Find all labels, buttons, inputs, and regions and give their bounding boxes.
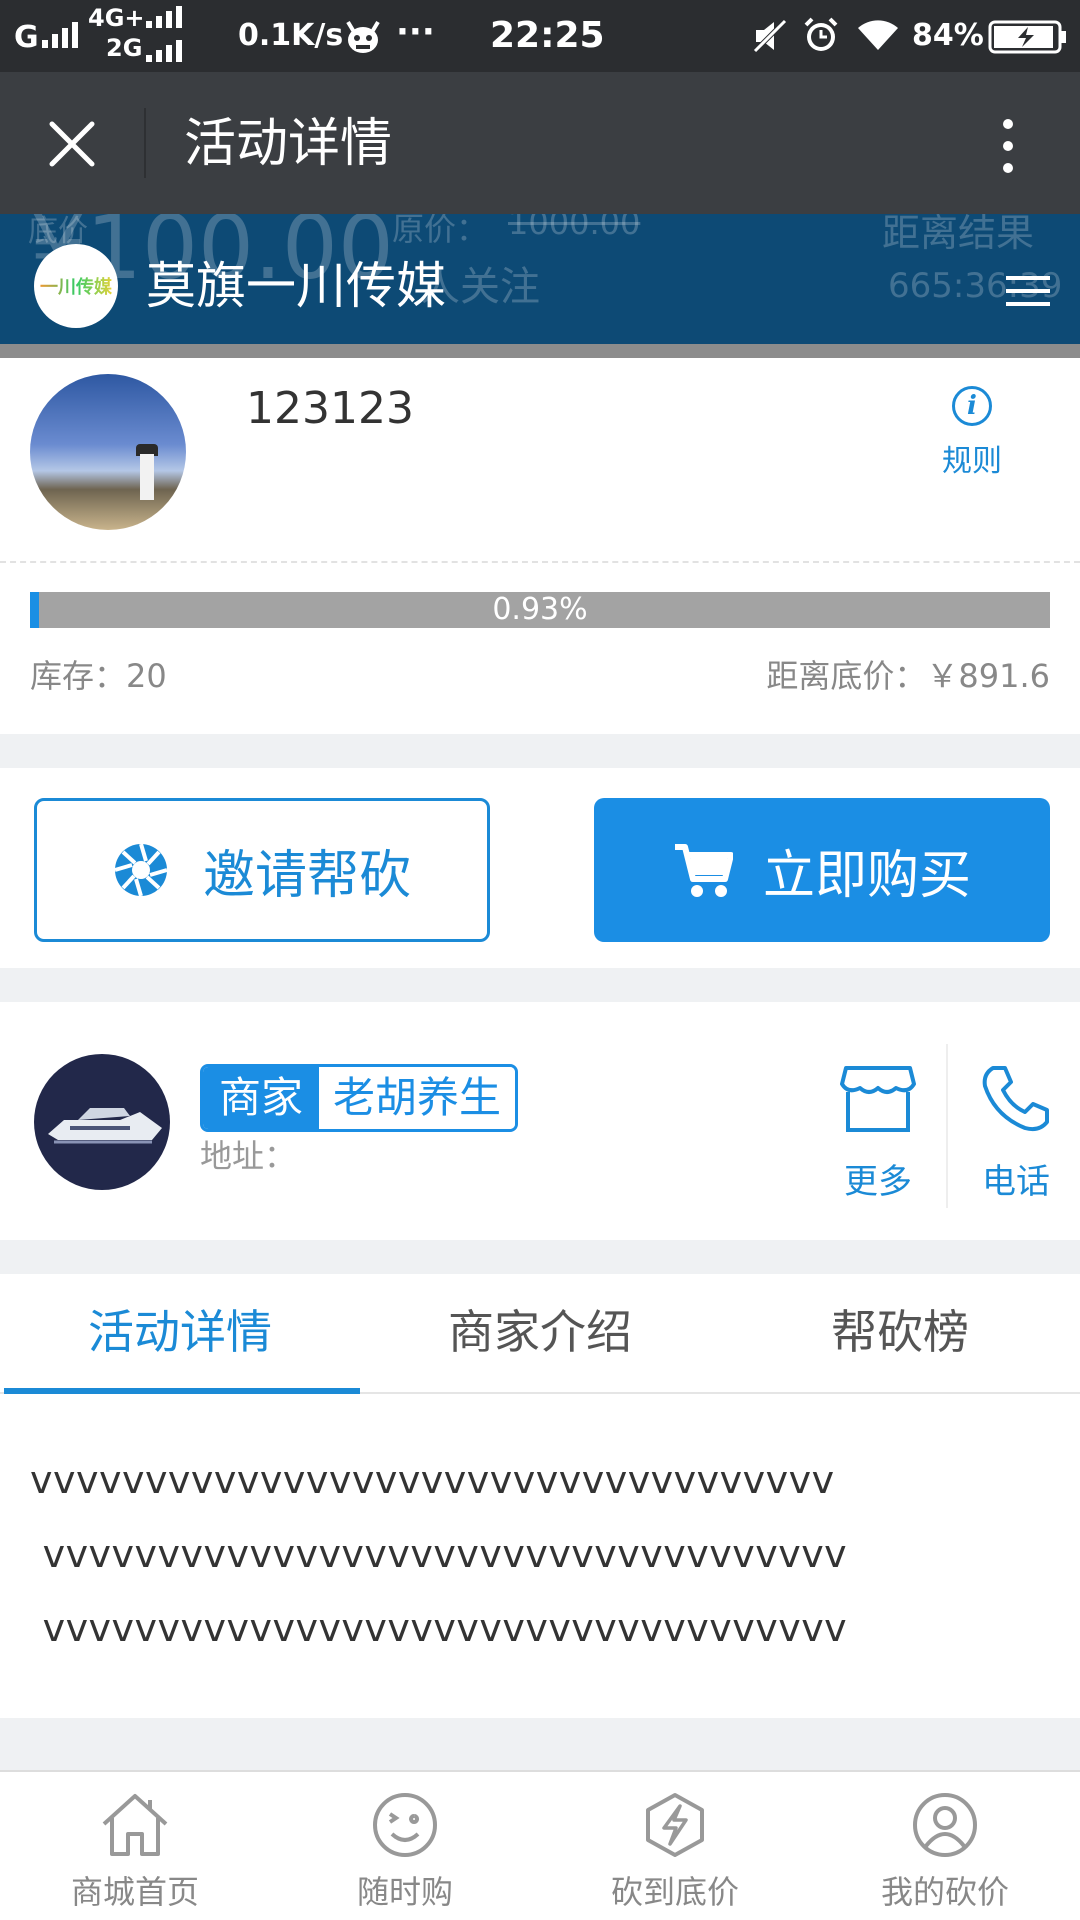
ghost-countdown-label: 距离结果	[882, 214, 1035, 255]
merchant-avatar[interactable]	[34, 1054, 170, 1190]
merchant-address: 地址：	[200, 1137, 297, 1175]
product-card: 123123 i 规则 0.93% 库存：20 距离底价：￥891.6	[0, 358, 1080, 734]
merchant-badge-key: 商家	[203, 1067, 320, 1129]
nav-cut-to-floor[interactable]: 砍到底价	[540, 1792, 810, 1912]
content-line: vvvvvvvvvvvvvvvvvvvvvvvvvvvvvvvvvvv	[30, 1532, 848, 1576]
yacht-icon	[48, 1108, 162, 1144]
nav-label: 随时购	[356, 1873, 453, 1911]
more-label: 更多	[844, 1162, 912, 1202]
signal-icon-3	[146, 40, 182, 62]
merchant-badge: 商家 老胡养生	[200, 1064, 519, 1132]
tab-activity-details[interactable]: 活动详情	[0, 1274, 360, 1392]
store-icon	[840, 1066, 916, 1132]
merchant-card: 商家 老胡养生 地址： 更多 电话	[0, 1002, 1080, 1240]
mute-icon	[753, 19, 787, 53]
shop-logo: 一川传媒	[34, 244, 118, 328]
wifi-icon	[858, 20, 898, 50]
content-line: vvvvvvvvvvvvvvvvvvvvvvvvvvvvvvvvvvv	[30, 1458, 835, 1502]
bottom-nav: 商城首页 随时购 砍到底价 我的砍价	[0, 1770, 1080, 1920]
header-stripe	[0, 344, 1080, 358]
nav-label: 我的砍价	[880, 1873, 1009, 1911]
action-panel: 邀请帮砍 立即购买	[0, 768, 1080, 968]
nav-my-bargains[interactable]: 我的砍价	[810, 1792, 1080, 1912]
hamburger-menu-icon[interactable]	[1006, 276, 1050, 315]
carrier-label: G	[14, 20, 39, 55]
merchant-name: 老胡养生	[319, 1067, 516, 1129]
activity-details-content: vvvvvvvvvvvvvvvvvvvvvvvvvvvvvvvvvvv vvvv…	[0, 1394, 1080, 1718]
app-notification-icon	[346, 20, 380, 53]
home-icon	[102, 1794, 168, 1856]
more-menu-icon[interactable]	[996, 116, 1020, 176]
tab-bar: 活动详情 商家介绍 帮砍榜	[0, 1274, 1080, 1394]
net-speed: 0.1K/s	[238, 18, 344, 53]
battery-icon	[988, 20, 1066, 54]
ghost-original-price: 1000.00	[508, 214, 641, 242]
user-icon	[913, 1793, 977, 1857]
clock: 22:25	[490, 15, 605, 56]
close-icon[interactable]	[48, 120, 96, 168]
call-label: 电话	[982, 1162, 1050, 1202]
progress-text: 0.93%	[492, 592, 588, 627]
shop-header[interactable]: 底价 ¥100.00 原价： 1000.00 人关注 距离结果 665:36:3…	[0, 214, 1080, 344]
progress-bar: 0.93%	[30, 592, 1050, 628]
network-type-label-2: 2G	[106, 34, 143, 62]
battery-percent: 84%	[912, 18, 984, 53]
smiley-icon	[373, 1793, 437, 1857]
rules-button[interactable]: i 规则	[930, 386, 1014, 480]
status-bar: G 4G+ 2G 0.1K/s ··· 22:25 84%	[0, 0, 1080, 72]
tab-help-ranking[interactable]: 帮砍榜	[720, 1274, 1080, 1392]
more-notifications: ···	[396, 12, 435, 52]
nav-label: 砍到底价	[610, 1873, 739, 1911]
network-type-label: 4G+	[88, 4, 145, 32]
signal-icon-2	[146, 6, 182, 28]
buy-now-label: 立即购买	[762, 845, 971, 906]
nav-mall-home[interactable]: 商城首页	[0, 1792, 270, 1912]
ghost-original-label: 原价：	[392, 214, 489, 248]
app-bar: 活动详情	[0, 72, 1080, 214]
rules-label: 规则	[942, 444, 1002, 479]
buy-now-button[interactable]: 立即购买	[594, 798, 1050, 942]
app-bar-divider	[144, 108, 146, 178]
content-line: vvvvvvvvvvvvvvvvvvvvvvvvvvvvvvvvvvv	[30, 1606, 848, 1650]
distance-to-floor-price: 距离底价：￥891.6	[766, 657, 1050, 695]
nav-label: 商城首页	[70, 1873, 199, 1911]
invite-help-button[interactable]: 邀请帮砍	[34, 798, 490, 942]
invite-help-label: 邀请帮砍	[202, 845, 411, 906]
lightning-icon	[646, 1793, 704, 1857]
page-title: 活动详情	[184, 114, 393, 174]
product-name: 123123	[246, 383, 414, 434]
aperture-icon	[114, 843, 168, 897]
dashed-divider	[0, 561, 1080, 563]
shop-name: 莫旗一川传媒	[146, 257, 446, 315]
stock-label: 库存：20	[30, 657, 167, 695]
nav-buy-anytime[interactable]: 随时购	[270, 1792, 540, 1912]
shop-logo-text: 一川传媒	[40, 273, 112, 299]
signal-icon	[42, 22, 78, 48]
merchant-action-divider	[946, 1044, 948, 1208]
call-button[interactable]: 电话	[974, 1064, 1058, 1203]
alarm-icon	[804, 17, 838, 51]
tab-merchant-intro[interactable]: 商家介绍	[360, 1274, 720, 1392]
cart-icon	[674, 844, 733, 897]
phone-icon	[982, 1066, 1049, 1132]
info-icon: i	[952, 386, 992, 426]
more-button[interactable]: 更多	[836, 1064, 920, 1203]
product-image[interactable]	[30, 374, 186, 530]
